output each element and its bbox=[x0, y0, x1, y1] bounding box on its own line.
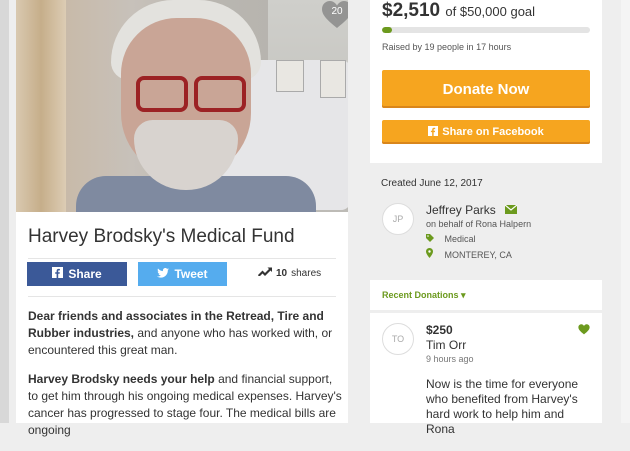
trending-icon bbox=[258, 267, 272, 279]
organizer-card: JP Jeffrey Parks on behalf of Rona Halpe… bbox=[370, 195, 602, 267]
organizer-name: Jeffrey Parks bbox=[426, 203, 518, 217]
story-paragraph: Dear friends and associates in the Retre… bbox=[28, 309, 333, 357]
tweet-button[interactable]: Tweet bbox=[138, 262, 227, 286]
donation-amount: $250 bbox=[426, 323, 453, 337]
facebook-icon bbox=[52, 267, 64, 281]
facebook-icon bbox=[428, 125, 439, 139]
organizer-avatar[interactable]: JP bbox=[382, 203, 414, 235]
divider bbox=[28, 296, 336, 297]
campaign-title: Harvey Brodsky's Medical Fund bbox=[28, 226, 295, 247]
location-text: MONTEREY, CA bbox=[444, 250, 512, 260]
tweet-label: Tweet bbox=[174, 267, 208, 281]
recent-donations-dropdown[interactable]: Recent Donations ▾ bbox=[382, 290, 466, 301]
shares-number: 10 bbox=[276, 267, 288, 279]
location-pin-icon bbox=[426, 248, 442, 260]
like-heart-icon[interactable]: 20 bbox=[321, 1, 348, 29]
campaign-story: Dear friends and associates in the Retre… bbox=[28, 308, 342, 451]
facebook-share-button[interactable]: Share bbox=[27, 262, 127, 286]
tag-icon bbox=[426, 234, 442, 244]
heart-icon[interactable] bbox=[578, 322, 590, 335]
beneficiary-text: on behalf of Rona Halpern bbox=[426, 219, 532, 229]
progress-bar bbox=[382, 27, 590, 33]
shares-label: shares bbox=[291, 267, 322, 279]
category-row: Medical bbox=[426, 234, 476, 244]
twitter-bird-icon bbox=[157, 267, 170, 281]
share-label: Share bbox=[68, 267, 102, 281]
raised-by-text: Raised by 19 people in 17 hours bbox=[382, 42, 512, 52]
share-count: 10 shares bbox=[258, 267, 321, 279]
divider bbox=[28, 258, 336, 259]
donation-item: TO $250 Tim Orr 9 hours ago Now is the t… bbox=[370, 313, 602, 436]
donor-avatar: TO bbox=[382, 323, 414, 355]
goal-text: of $50,000 goal bbox=[445, 4, 536, 19]
facebook-share-label: Share on Facebook bbox=[442, 126, 544, 138]
share-on-facebook-button[interactable]: Share on Facebook bbox=[382, 120, 590, 144]
donation-time: 9 hours ago bbox=[426, 354, 474, 364]
window-edge-left bbox=[0, 0, 9, 423]
story-paragraph: Harvey Brodsky needs your help and finan… bbox=[28, 372, 342, 437]
category-link[interactable]: Medical bbox=[445, 234, 476, 244]
donation-message: Now is the time for everyone who benefit… bbox=[426, 377, 579, 436]
like-count: 20 bbox=[331, 6, 343, 17]
created-date: Created June 12, 2017 bbox=[381, 178, 483, 189]
caret-down-icon: ▾ bbox=[461, 290, 466, 300]
location-row: MONTEREY, CA bbox=[426, 248, 512, 260]
raised-amount: $2,510 of $50,000 goal bbox=[382, 0, 536, 21]
progress-fill bbox=[382, 27, 393, 33]
campaign-photo: 20 bbox=[16, 0, 348, 212]
campaign-card: Harvey Brodsky's Medical Fund Share Twee… bbox=[16, 212, 348, 437]
donation-panel: $2,510 of $50,000 goal Raised by 19 peop… bbox=[370, 0, 602, 163]
donate-now-button[interactable]: Donate Now bbox=[382, 70, 590, 108]
envelope-icon[interactable] bbox=[504, 204, 518, 217]
recent-donations-header: Recent Donations ▾ bbox=[370, 280, 602, 310]
window-edge-right bbox=[621, 0, 630, 423]
donor-name: Tim Orr bbox=[426, 338, 467, 352]
